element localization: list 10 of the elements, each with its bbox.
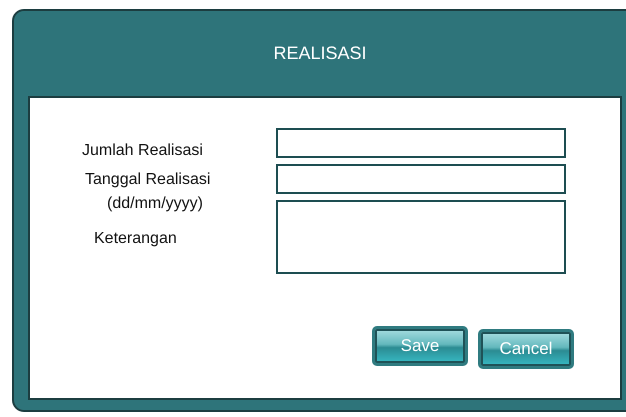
field-label: Keterangan (94, 230, 177, 248)
dialog-title: REALISASI (272, 42, 368, 65)
cancel-button[interactable]: Cancel (478, 329, 574, 369)
save-button[interactable]: Save (372, 326, 468, 366)
input-field[interactable] (276, 128, 566, 158)
text-area[interactable] (276, 200, 566, 274)
field-label: Jumlah Realisasi (82, 142, 203, 160)
input-field[interactable] (276, 164, 566, 194)
field-label: Tanggal Realisasi (85, 171, 210, 189)
date-format-hint: (dd/mm/yyyy) (107, 195, 203, 213)
